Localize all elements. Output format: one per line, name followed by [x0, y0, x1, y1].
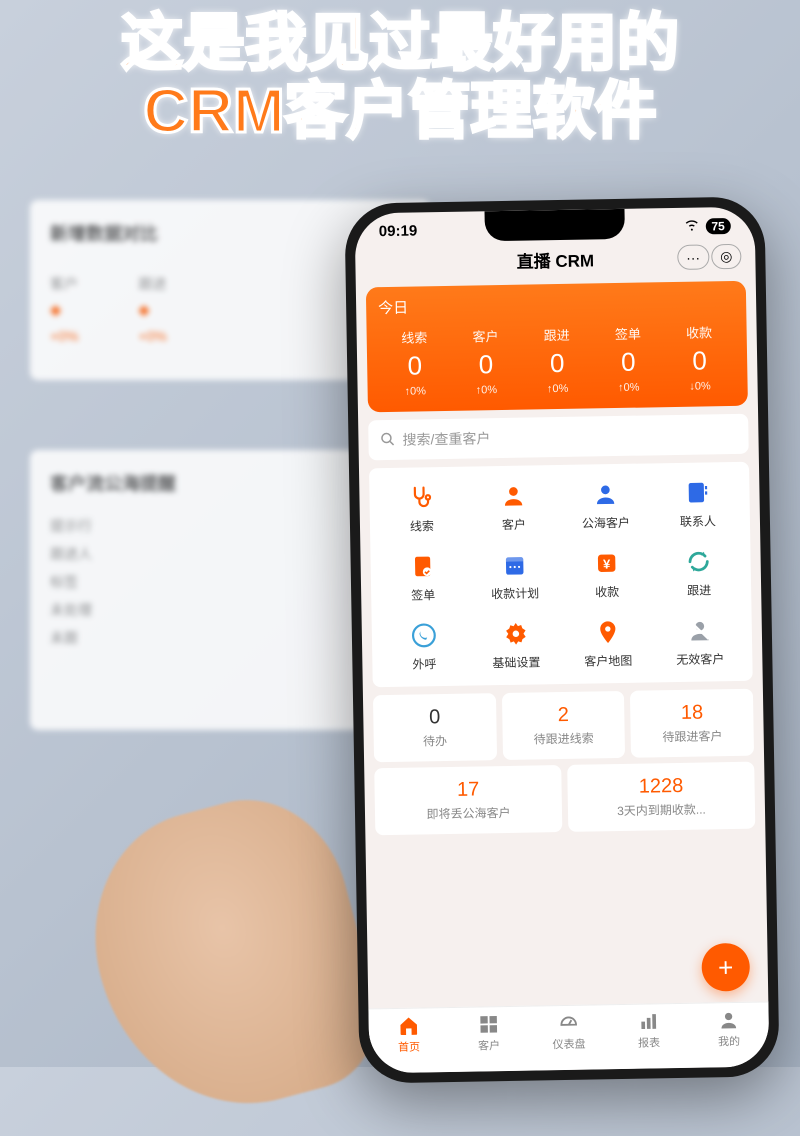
grid-item-contact[interactable]: 联系人 [653, 476, 742, 531]
person-icon [497, 480, 530, 513]
status-time: 09:19 [379, 222, 418, 240]
person-blue-icon [589, 478, 622, 511]
phone-screen: 09:19 75 直播 CRM ··· ◎ 今日 线索 0 ↑0% 客户 [355, 207, 770, 1074]
grid-item-person[interactable]: 客户 [469, 479, 558, 534]
menu-button[interactable]: ··· [677, 244, 709, 270]
nav-dash[interactable]: 仪表盘 [528, 1011, 609, 1052]
pin-icon [592, 616, 625, 649]
stat-card-2[interactable]: 18 待跟进客户 [630, 689, 754, 758]
grid-item-stethoscope[interactable]: 线索 [377, 481, 466, 536]
grid-icon [478, 1013, 500, 1035]
mute-icon [684, 614, 717, 647]
dash-col-4[interactable]: 收款 0 ↓0% [663, 322, 735, 393]
dash-col-3[interactable]: 签单 0 ↑0% [592, 323, 664, 394]
home-icon [398, 1015, 420, 1037]
today-dashboard: 今日 线索 0 ↑0% 客户 0 ↑0% 跟进 0 ↑0% 签单 0 ↑0% 收… [366, 281, 748, 413]
dashboard-header: 今日 [378, 291, 734, 318]
dash-col-2[interactable]: 跟进 0 ↑0% [521, 324, 593, 395]
chart-icon [637, 1010, 659, 1032]
grid-item-refresh[interactable]: 跟进 [654, 545, 743, 600]
bottom-nav: 首页 客户 仪表盘 报表 我的 [368, 1001, 769, 1073]
phone-icon [408, 619, 441, 652]
dash-col-1[interactable]: 客户 0 ↑0% [450, 326, 522, 397]
battery-badge: 75 [705, 217, 731, 233]
grid-item-person-blue[interactable]: 公海客户 [561, 477, 650, 532]
nav-home[interactable]: 首页 [369, 1014, 450, 1055]
app-title: 直播 CRM [516, 246, 594, 272]
nav-user[interactable]: 我的 [688, 1008, 769, 1049]
nav-grid[interactable]: 客户 [449, 1013, 530, 1054]
stat-card-0[interactable]: 0 待办 [373, 693, 497, 762]
wifi-icon [683, 218, 699, 235]
nav-chart[interactable]: 报表 [608, 1010, 689, 1051]
dash-icon [557, 1012, 579, 1034]
grid-item-doc[interactable]: 签单 [378, 550, 467, 605]
gear-icon [500, 618, 533, 651]
search-input[interactable]: 搜索/查重客户 [368, 414, 749, 461]
dash-col-0[interactable]: 线索 0 ↑0% [379, 327, 451, 398]
svg-text:¥: ¥ [603, 557, 611, 572]
phone-frame: 09:19 75 直播 CRM ··· ◎ 今日 线索 0 ↑0% 客户 [344, 196, 779, 1083]
search-placeholder: 搜索/查重客户 [402, 428, 490, 450]
stat-card-3[interactable]: 17 即将丢公海客户 [374, 765, 562, 835]
yuan-icon: ¥ [590, 547, 623, 580]
contact-icon [681, 476, 714, 509]
search-icon [380, 431, 394, 448]
grid-item-pin[interactable]: 客户地图 [564, 615, 653, 670]
add-fab-button[interactable]: + [701, 943, 750, 992]
grid-item-gear[interactable]: 基础设置 [472, 617, 561, 672]
notch [485, 209, 626, 241]
app-header: 直播 CRM ··· ◎ [355, 238, 756, 282]
refresh-icon [682, 545, 715, 578]
doc-icon [406, 550, 439, 583]
promo-headline: 这是我见过最好用的 CRM客户管理软件 [20, 10, 780, 146]
close-miniapp-button[interactable]: ◎ [711, 244, 742, 270]
feature-grid: 线索 客户 公海客户 联系人 签单 收款计划 ¥ 收款 跟进 外呼 [369, 462, 753, 688]
stat-card-1[interactable]: 2 待跟进线索 [502, 691, 626, 760]
user-icon [717, 1009, 739, 1031]
grid-item-calendar[interactable]: 收款计划 [470, 548, 559, 603]
grid-item-phone[interactable]: 外呼 [380, 619, 469, 674]
grid-item-mute[interactable]: 无效客户 [656, 614, 745, 669]
grid-item-yuan[interactable]: ¥ 收款 [562, 546, 651, 601]
calendar-icon [498, 549, 531, 582]
stat-card-4[interactable]: 1228 3天内到期收款... [567, 762, 755, 832]
stethoscope-icon [405, 481, 438, 514]
stats-cards: 0 待办 2 待跟进线索 18 待跟进客户 17 即将丢公海客户 1228 3天… [373, 689, 755, 836]
